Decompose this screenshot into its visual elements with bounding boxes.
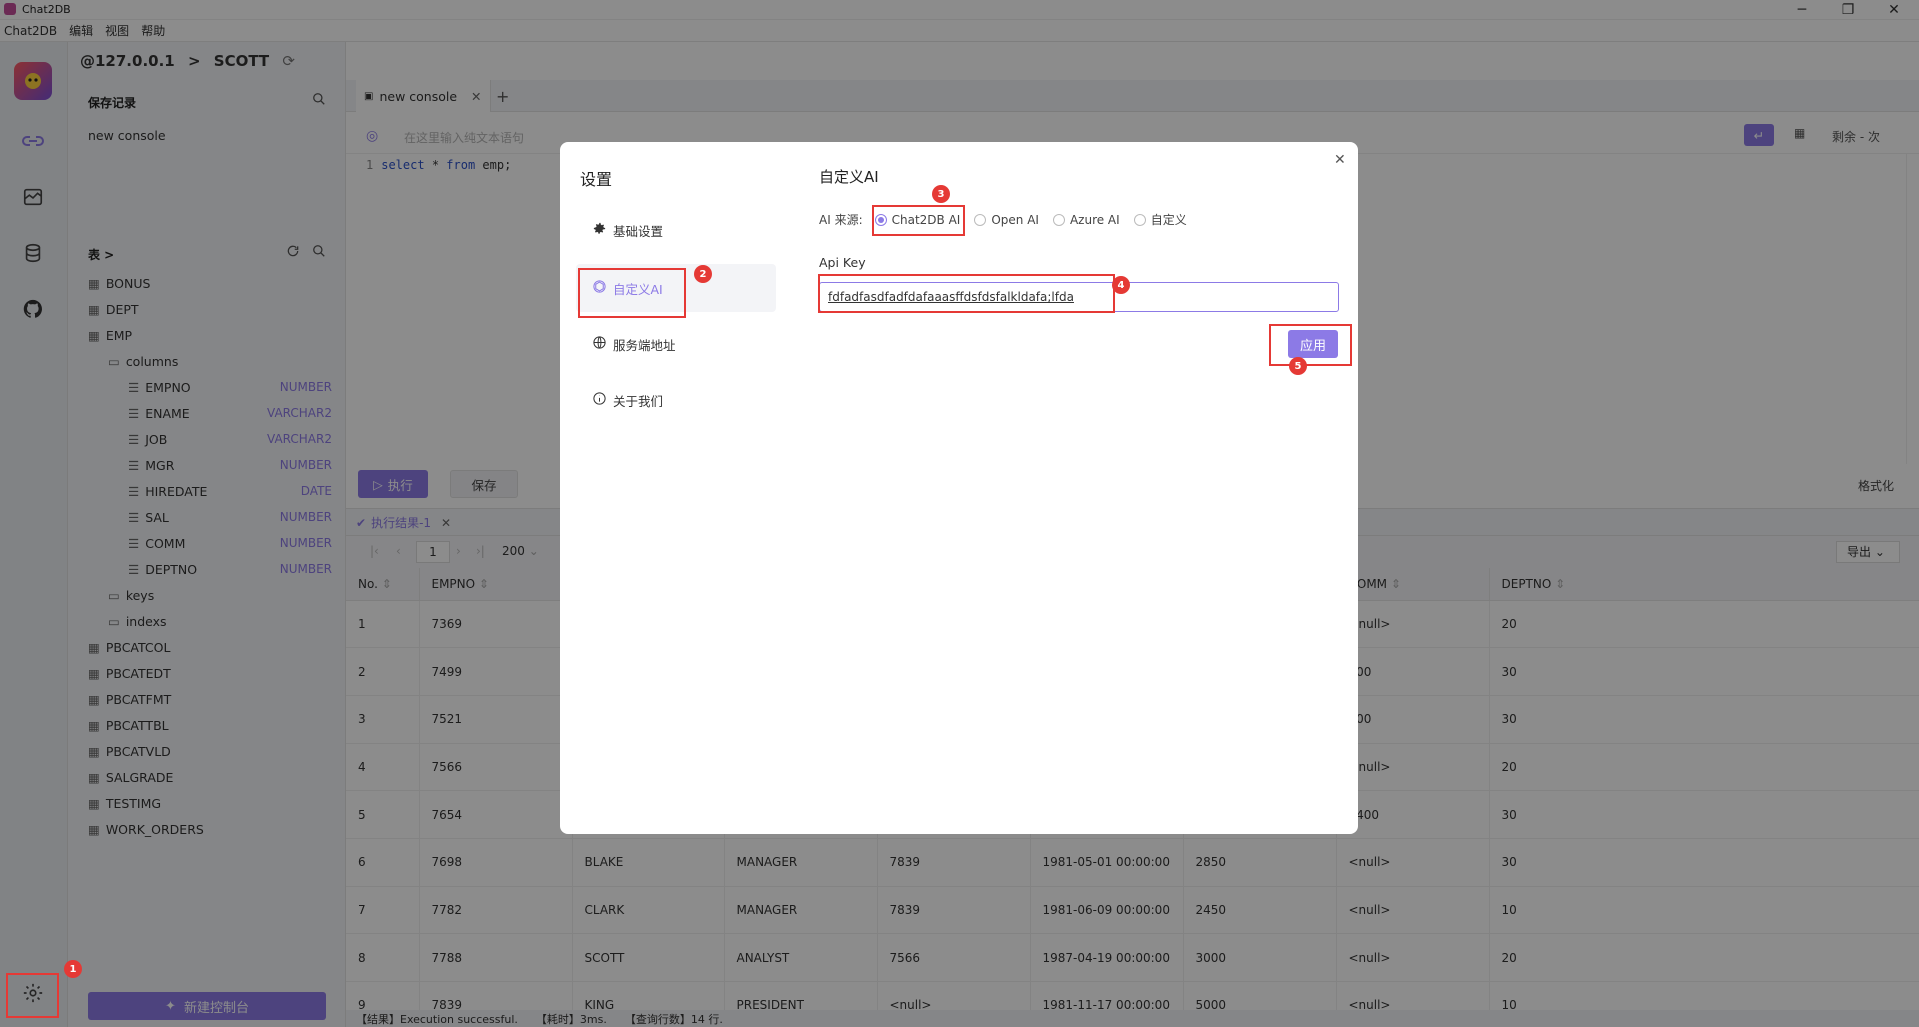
- radio-dot: [1133, 213, 1146, 226]
- highlight-apply: [1269, 324, 1352, 366]
- radio-label: 自定义: [1150, 213, 1187, 227]
- menu-label: 关于我们: [613, 393, 664, 409]
- settings-dialog: 设置 ✕ 基础设置 自定义AI 服务端地址 关于我们 自定义AI AI 来源: …: [560, 142, 1358, 834]
- settings-title: 设置: [580, 170, 613, 189]
- menu-basic-settings[interactable]: 基础设置: [576, 210, 776, 250]
- api-key-label: Api Key: [819, 255, 866, 270]
- menu-server-address[interactable]: 服务端地址: [576, 324, 776, 364]
- panel-title: 自定义AI: [819, 168, 879, 186]
- menu-label: 基础设置: [613, 223, 664, 239]
- radio-label: Azure AI: [1069, 212, 1120, 227]
- highlight-custom-ai: [578, 268, 686, 318]
- gear-icon: [592, 221, 607, 239]
- step-badge: 1: [64, 960, 82, 978]
- ai-source-label: AI 来源:: [819, 213, 863, 227]
- step-badge: 4: [1112, 276, 1130, 294]
- dialog-close-icon[interactable]: ✕: [1334, 152, 1346, 168]
- radio-custom[interactable]: 自定义: [1133, 211, 1187, 228]
- step-badge: 2: [694, 265, 712, 283]
- radio-label: Open AI: [991, 212, 1039, 227]
- radio-dot: [974, 213, 987, 226]
- radio-open-ai[interactable]: Open AI: [974, 213, 1039, 227]
- info-icon: [592, 391, 607, 409]
- step-badge: 5: [1289, 357, 1307, 375]
- menu-label: 服务端地址: [613, 337, 676, 353]
- highlight-settings: [6, 973, 59, 1018]
- globe-icon: [592, 335, 607, 353]
- highlight-chat2db-ai: [872, 205, 965, 236]
- radio-dot: [1052, 213, 1065, 226]
- step-badge: 3: [932, 185, 950, 203]
- radio-azure-ai[interactable]: Azure AI: [1052, 212, 1120, 227]
- highlight-api-key: [818, 274, 1115, 313]
- menu-about-us[interactable]: 关于我们: [576, 380, 776, 420]
